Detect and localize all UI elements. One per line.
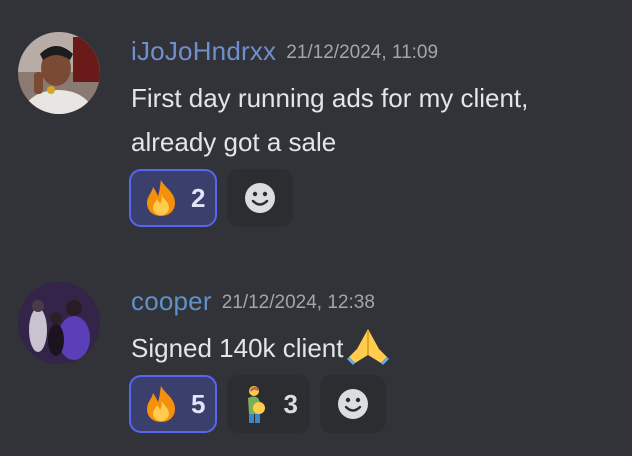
message-content: Signed 140k client [131, 326, 390, 378]
pregnant-man-emoji-icon [248, 386, 266, 423]
reactions-bar: 5 3 [129, 375, 386, 433]
reaction-count: 5 [191, 388, 206, 419]
avatar[interactable] [18, 282, 100, 364]
username[interactable]: cooper [131, 286, 212, 316]
username[interactable]: iJoJoHndrxx [131, 36, 276, 66]
reaction-fire[interactable]: 5 [129, 375, 218, 433]
reaction-pregnant-man[interactable]: 3 [227, 375, 310, 433]
smiley-add-reaction-icon [337, 389, 368, 419]
add-reaction-button[interactable] [319, 375, 386, 433]
message-text-line: already got a sale [131, 127, 337, 157]
timestamp: 21/12/2024, 11:09 [286, 42, 439, 63]
message-content: First day running ads for my client, alr… [131, 76, 528, 164]
reaction-count: 3 [283, 388, 298, 419]
message-header: iJoJoHndrxx 21/12/2024, 11:09 [131, 36, 438, 67]
fire-emoji-icon [147, 180, 175, 216]
add-reaction-button[interactable] [227, 169, 294, 227]
message-text-line: First day running ads for my client, [131, 83, 529, 113]
timestamp: 21/12/2024, 12:38 [221, 292, 375, 313]
smiley-add-reaction-icon [245, 183, 276, 213]
fire-emoji-icon [147, 386, 175, 422]
reactions-bar: 2 [129, 169, 294, 227]
message-header: cooper 21/12/2024, 12:38 [131, 286, 375, 317]
message-text-line: Signed 140k client [131, 333, 344, 363]
reaction-fire[interactable]: 2 [129, 169, 218, 227]
reaction-count: 2 [191, 182, 206, 213]
avatar[interactable] [18, 32, 100, 114]
chat-message-list: iJoJoHndrxx 21/12/2024, 11:09 First day r… [0, 0, 632, 456]
folded-hands-emoji-icon [347, 327, 390, 378]
